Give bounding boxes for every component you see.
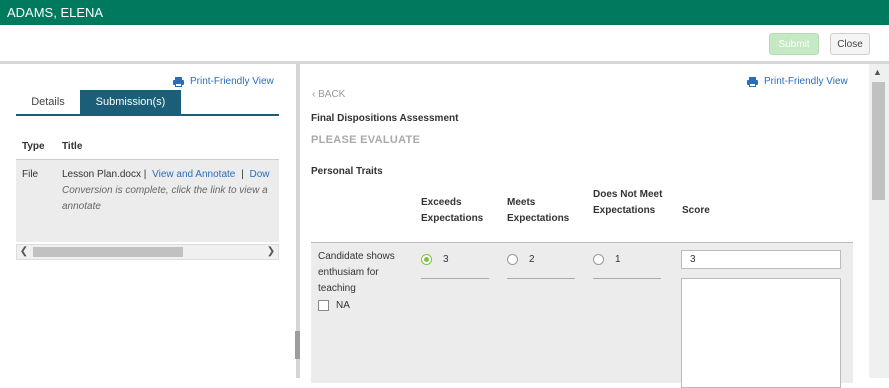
na-checkbox[interactable] bbox=[318, 300, 329, 311]
assessment-pane: Print-Friendly View ‹ BACK Final Disposi… bbox=[300, 64, 889, 388]
link-separator: | bbox=[241, 169, 244, 180]
criterion-label: Candidate shows enthusiam for teaching bbox=[318, 251, 395, 294]
score-input[interactable] bbox=[681, 250, 841, 269]
left-print-friendly-link[interactable]: Print-Friendly View bbox=[173, 76, 274, 87]
back-label: BACK bbox=[318, 89, 346, 100]
rating-option-meets[interactable]: 2 bbox=[507, 254, 535, 265]
rating-value-meets: 2 bbox=[529, 254, 535, 265]
link-separator: | bbox=[143, 169, 147, 180]
rating-value-does-not-meet: 1 bbox=[615, 254, 621, 265]
top-header-bar: ADAMS, ELENA bbox=[0, 0, 889, 25]
printer-icon bbox=[747, 76, 758, 87]
submit-button[interactable]: Submit bbox=[769, 33, 819, 55]
close-button[interactable]: Close bbox=[830, 33, 870, 55]
tab-details[interactable]: Details bbox=[16, 90, 80, 114]
student-name: ADAMS, ELENA bbox=[7, 5, 104, 20]
option-underline bbox=[593, 278, 661, 279]
submission-pane: Print-Friendly View Details Submission(s… bbox=[0, 64, 296, 378]
scrollbar-thumb[interactable] bbox=[872, 82, 885, 200]
printer-icon bbox=[173, 76, 184, 87]
na-option[interactable]: NA bbox=[318, 300, 350, 311]
scroll-up-icon[interactable]: ▲ bbox=[873, 67, 882, 77]
left-print-friendly-label: Print-Friendly View bbox=[190, 76, 274, 87]
conversion-note-line2: annotate bbox=[62, 201, 101, 212]
right-print-friendly-link[interactable]: Print-Friendly View bbox=[747, 76, 848, 87]
instruction-text: PLEASE EVALUATE bbox=[311, 134, 421, 146]
back-link[interactable]: ‹ BACK bbox=[312, 89, 345, 100]
radio-exceeds[interactable] bbox=[421, 254, 432, 265]
vertical-scrollbar[interactable]: ▲ bbox=[869, 64, 889, 378]
file-name: Lesson Plan.docx bbox=[62, 169, 141, 180]
na-label: NA bbox=[336, 300, 350, 311]
rating-value-exceeds: 3 bbox=[443, 254, 449, 265]
column-header-exceeds: Exceeds Expectations bbox=[421, 197, 484, 224]
column-header-type: Type bbox=[22, 141, 45, 152]
rating-option-exceeds[interactable]: 3 bbox=[421, 254, 449, 265]
tab-submissions[interactable]: Submission(s) bbox=[80, 90, 181, 114]
action-bar: Submit Close bbox=[0, 25, 889, 62]
right-print-friendly-label: Print-Friendly View bbox=[764, 76, 848, 87]
tab-bar: Details Submission(s) bbox=[16, 90, 279, 116]
column-header-title: Title bbox=[62, 141, 83, 152]
chevron-left-icon: ‹ bbox=[312, 89, 316, 100]
conversion-note-line1: Conversion is complete, click the link t… bbox=[62, 185, 268, 196]
view-annotate-link[interactable]: View and Annotate bbox=[152, 169, 235, 180]
download-link[interactable]: Dow bbox=[250, 169, 270, 180]
scrollbar-thumb[interactable] bbox=[33, 247, 183, 257]
file-title: Lesson Plan.docx | View and Annotate | D… bbox=[62, 169, 270, 180]
column-header-meets: Meets Expectations bbox=[507, 197, 570, 224]
criterion-row: Candidate shows enthusiam for teaching N… bbox=[311, 243, 853, 388]
form-title: Final Dispositions Assessment bbox=[311, 113, 459, 124]
column-header-score: Score bbox=[682, 205, 710, 216]
section-title: Personal Traits bbox=[311, 166, 383, 177]
column-header-does-not-meet: Does Not Meet Expectations bbox=[593, 189, 663, 216]
horizontal-scrollbar[interactable]: ❮ ❯ bbox=[16, 244, 279, 260]
rating-option-does-not-meet[interactable]: 1 bbox=[593, 254, 621, 265]
score-comment-field[interactable] bbox=[681, 278, 841, 388]
scroll-right-icon[interactable]: ❯ bbox=[265, 246, 277, 257]
option-underline bbox=[421, 278, 489, 279]
table-row: File Lesson Plan.docx | View and Annotat… bbox=[16, 160, 279, 242]
radio-does-not-meet[interactable] bbox=[593, 254, 604, 265]
scroll-left-icon[interactable]: ❮ bbox=[18, 246, 30, 257]
file-type: File bbox=[22, 169, 39, 180]
radio-meets[interactable] bbox=[507, 254, 518, 265]
option-underline bbox=[507, 278, 575, 279]
